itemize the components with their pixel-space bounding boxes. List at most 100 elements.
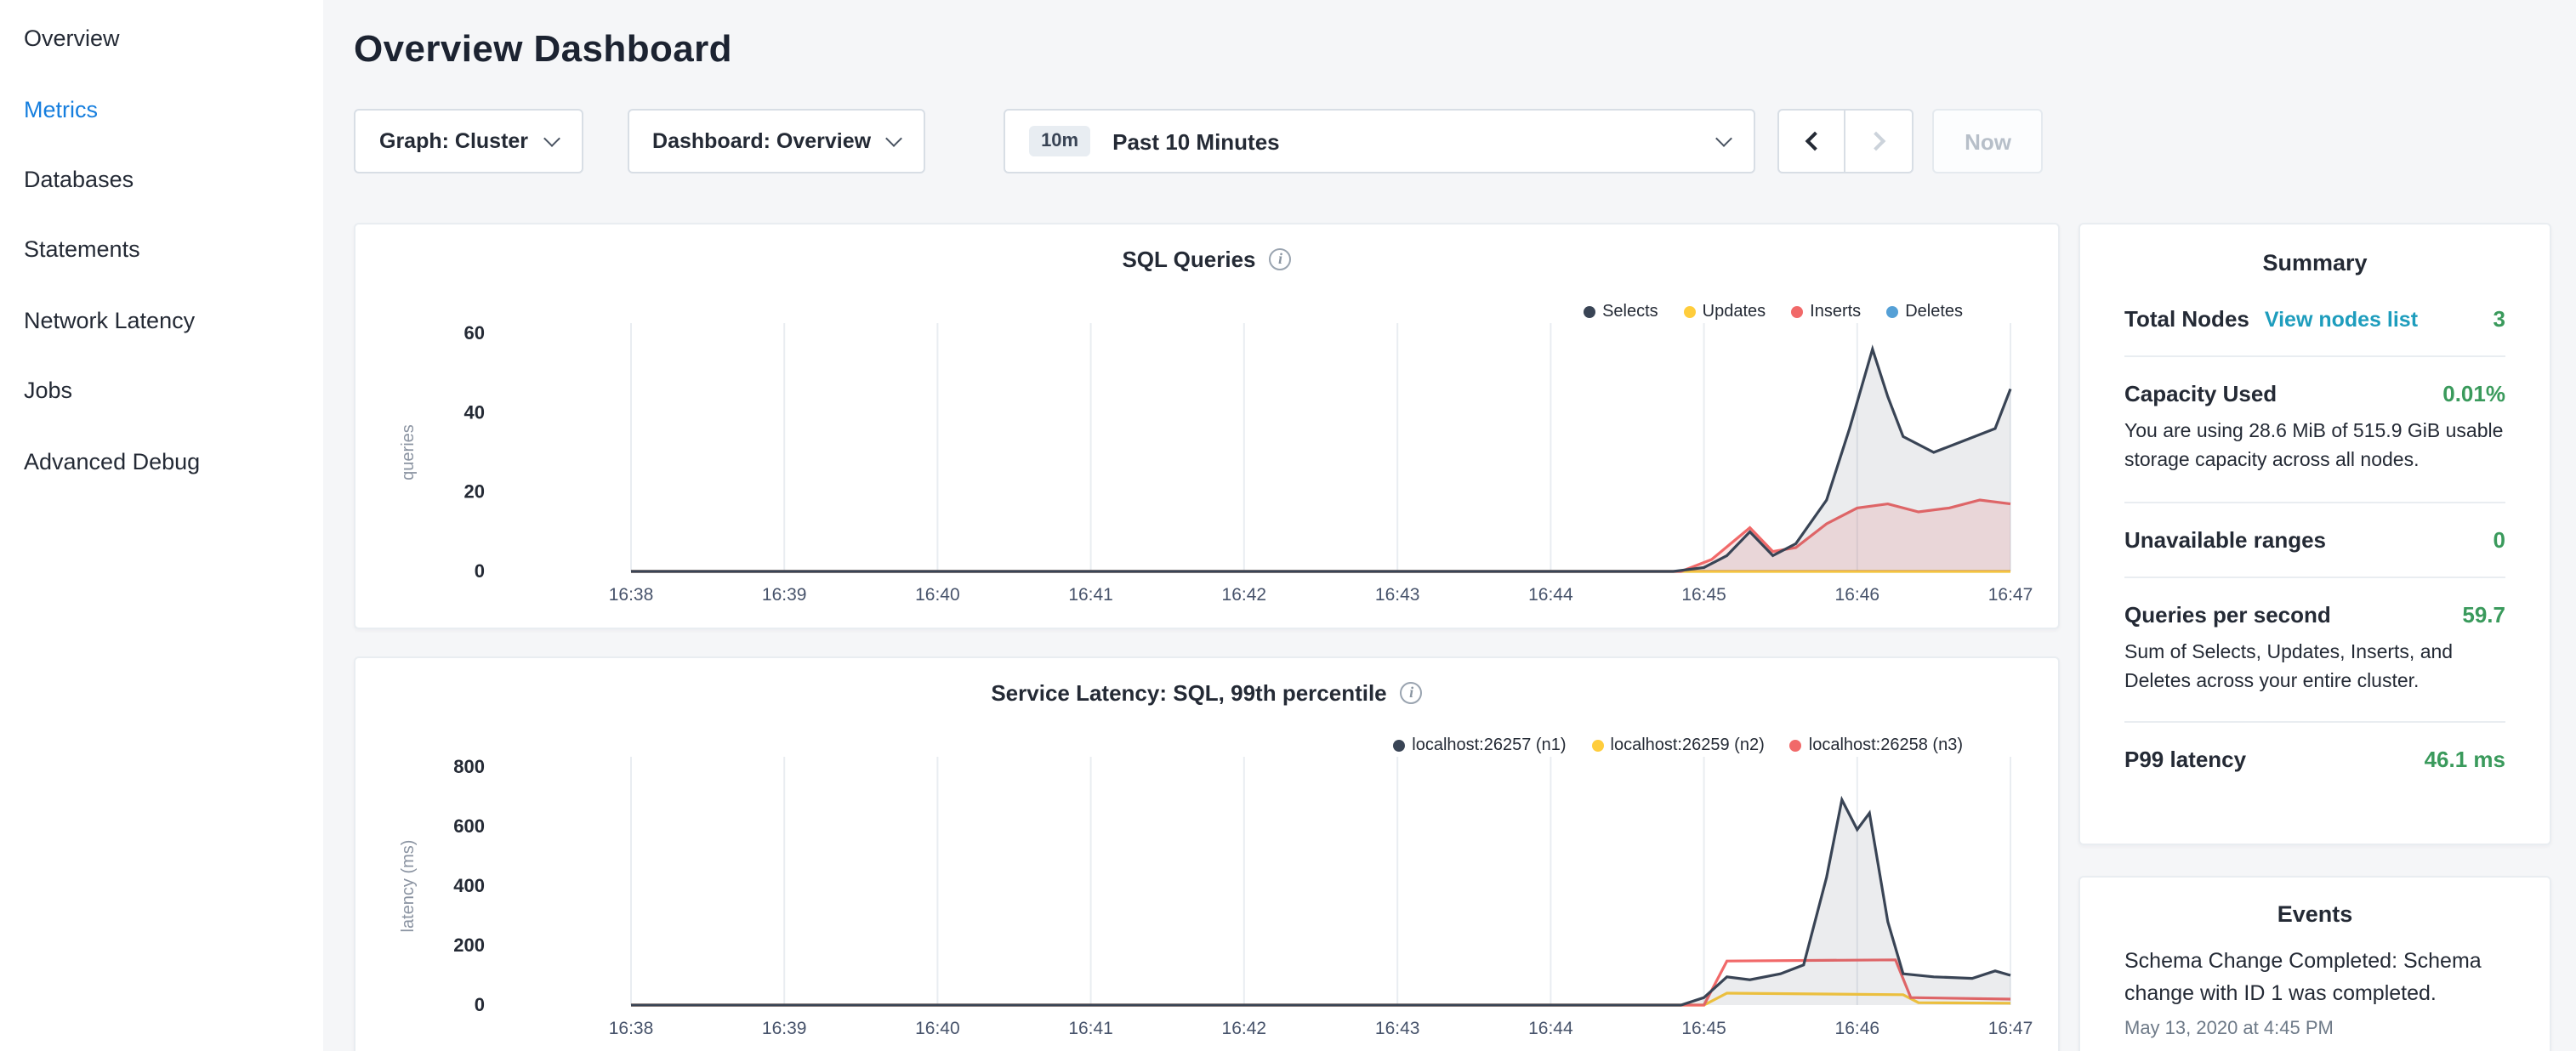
legend-dot-icon bbox=[1592, 740, 1604, 752]
event-item[interactable]: Schema Change Completed: Schema change w… bbox=[2124, 946, 2505, 1038]
queries-per-second-description: Sum of Selects, Updates, Inserts, and De… bbox=[2124, 639, 2505, 697]
chart-title: Service Latency: SQL, 99th percentile bbox=[991, 679, 1386, 705]
charts-column: SQL Queries i Selects Updates Inserts Delet… bbox=[354, 223, 2060, 1051]
summary-row-unavailable-ranges: Unavailable ranges 0 bbox=[2124, 503, 2505, 577]
chevron-right-icon bbox=[1867, 132, 1886, 151]
legend-dot-icon bbox=[1393, 740, 1405, 752]
x-axis-tick: 16:41 bbox=[1068, 1019, 1113, 1038]
legend-dot-icon bbox=[1684, 306, 1696, 318]
legend-item-deletes[interactable]: Deletes bbox=[1886, 303, 1963, 321]
sidebar-item-network-latency[interactable]: Network Latency bbox=[0, 285, 323, 355]
unavailable-ranges-value: 0 bbox=[2494, 526, 2505, 552]
p99-latency-label: P99 latency bbox=[2124, 747, 2246, 772]
sidebar-item-databases[interactable]: Databases bbox=[0, 145, 323, 215]
legend-item-localhost-26257-n1-[interactable]: localhost:26257 (n1) bbox=[1393, 736, 1566, 755]
legend-item-selects[interactable]: Selects bbox=[1584, 303, 1658, 321]
legend-label: localhost:26259 (n2) bbox=[1611, 736, 1765, 755]
chevron-left-icon bbox=[1805, 132, 1824, 151]
x-axis-tick: 16:38 bbox=[609, 585, 654, 605]
y-axis-tick: 40 bbox=[464, 401, 485, 423]
total-nodes-value: 3 bbox=[2494, 306, 2505, 332]
events-panel: Events Schema Change Completed: Schema c… bbox=[2078, 876, 2551, 1051]
chevron-down-icon bbox=[885, 129, 902, 146]
summary-title: Summary bbox=[2124, 250, 2505, 276]
x-axis-tick: 16:46 bbox=[1835, 585, 1880, 605]
time-range-badge: 10m bbox=[1029, 126, 1090, 156]
queries-per-second-label: Queries per second bbox=[2124, 601, 2331, 627]
time-range-label: Past 10 Minutes bbox=[1112, 128, 1280, 154]
x-axis-tick: 16:41 bbox=[1068, 585, 1113, 605]
chart-title: SQL Queries bbox=[1122, 246, 1255, 271]
y-axis-tick: 200 bbox=[453, 935, 485, 956]
y-axis-tick: 800 bbox=[453, 756, 485, 777]
series-area-selects bbox=[631, 349, 2010, 571]
legend-item-localhost-26258-n3-[interactable]: localhost:26258 (n3) bbox=[1790, 736, 1963, 755]
event-text: Schema Change Completed: Schema change w… bbox=[2124, 946, 2505, 1009]
events-title: Events bbox=[2124, 901, 2505, 927]
x-axis-tick: 16:42 bbox=[1222, 585, 1267, 605]
sidebar-item-jobs[interactable]: Jobs bbox=[0, 355, 323, 426]
legend-item-inserts[interactable]: Inserts bbox=[1791, 303, 1861, 321]
legend-label: localhost:26258 (n3) bbox=[1809, 736, 1963, 755]
x-axis-tick: 16:44 bbox=[1528, 585, 1573, 605]
x-axis-tick: 16:47 bbox=[1988, 585, 2033, 605]
time-forward-button[interactable] bbox=[1845, 109, 1914, 173]
x-axis-tick: 16:39 bbox=[762, 1019, 807, 1038]
time-pager bbox=[1777, 109, 1914, 173]
y-axis-tick: 0 bbox=[475, 560, 485, 582]
main-area: Overview Dashboard Graph: Cluster Dashbo… bbox=[323, 0, 2576, 1051]
summary-row-capacity-used: Capacity Used 0.01% You are using 28.6 M… bbox=[2124, 357, 2505, 503]
y-axis-title: latency (ms) bbox=[399, 840, 418, 933]
sql-queries-chart[interactable]: 16:3816:3916:4016:4116:4216:4316:4416:45… bbox=[372, 313, 2044, 611]
legend-label: Updates bbox=[1703, 303, 1766, 321]
legend-dot-icon bbox=[1886, 306, 1898, 318]
x-axis-tick: 16:43 bbox=[1375, 1019, 1420, 1038]
y-axis-tick: 600 bbox=[453, 815, 485, 837]
sidebar-item-overview[interactable]: Overview bbox=[0, 3, 323, 74]
sidebar-item-metrics[interactable]: Metrics bbox=[0, 74, 323, 145]
p99-latency-value: 46.1 ms bbox=[2425, 747, 2505, 772]
series-area-localhost-26257-n1- bbox=[631, 800, 2010, 1005]
x-axis-tick: 16:46 bbox=[1835, 1019, 1880, 1038]
app-root: OverviewMetricsDatabasesStatementsNetwor… bbox=[0, 0, 2576, 1051]
x-axis-tick: 16:43 bbox=[1375, 585, 1420, 605]
summary-panel: Summary Total Nodes View nodes list 3 C bbox=[2078, 223, 2551, 845]
service-latency-chart[interactable]: 16:3816:3916:4016:4116:4216:4316:4416:45… bbox=[372, 747, 2044, 1044]
x-axis-tick: 16:42 bbox=[1222, 1019, 1267, 1038]
time-range-dropdown[interactable]: 10m Past 10 Minutes bbox=[1004, 109, 1755, 173]
legend-label: Inserts bbox=[1810, 303, 1861, 321]
time-back-button[interactable] bbox=[1777, 109, 1845, 173]
toolbar: Graph: Cluster Dashboard: Overview 10m P… bbox=[354, 109, 2576, 173]
legend-item-localhost-26259-n2-[interactable]: localhost:26259 (n2) bbox=[1592, 736, 1765, 755]
summary-rows: Total Nodes View nodes list 3 Capacity U… bbox=[2124, 282, 2505, 796]
x-axis-tick: 16:45 bbox=[1681, 1019, 1726, 1038]
view-nodes-list-link[interactable]: View nodes list bbox=[2265, 308, 2418, 332]
legend-dot-icon bbox=[1791, 306, 1803, 318]
x-axis-tick: 16:40 bbox=[915, 585, 960, 605]
info-icon[interactable]: i bbox=[1270, 247, 1292, 270]
summary-row-queries-per-second: Queries per second 59.7 Sum of Selects, … bbox=[2124, 577, 2505, 723]
x-axis-tick: 16:40 bbox=[915, 1019, 960, 1038]
y-axis-tick: 60 bbox=[464, 322, 485, 344]
legend-dot-icon bbox=[1584, 306, 1595, 318]
legend-item-updates[interactable]: Updates bbox=[1684, 303, 1766, 321]
y-axis-tick: 400 bbox=[453, 875, 485, 896]
now-button[interactable]: Now bbox=[1932, 109, 2044, 173]
chart-legend: localhost:26257 (n1) localhost:26259 (n2)… bbox=[1393, 736, 1963, 755]
y-axis-tick: 0 bbox=[475, 994, 485, 1015]
summary-row-total-nodes: Total Nodes View nodes list 3 bbox=[2124, 282, 2505, 357]
chevron-down-icon bbox=[543, 129, 560, 146]
sidebar-item-statements[interactable]: Statements bbox=[0, 214, 323, 285]
capacity-used-value: 0.01% bbox=[2442, 381, 2505, 406]
dashboard-content: SQL Queries i Selects Updates Inserts Delet… bbox=[354, 223, 2576, 1051]
graph-dropdown[interactable]: Graph: Cluster bbox=[354, 109, 583, 173]
legend-label: Deletes bbox=[1905, 303, 1963, 321]
info-icon[interactable]: i bbox=[1401, 681, 1423, 703]
dashboard-dropdown[interactable]: Dashboard: Overview bbox=[627, 109, 925, 173]
dashboard-dropdown-label: Dashboard: Overview bbox=[652, 129, 871, 153]
legend-label: localhost:26257 (n1) bbox=[1412, 736, 1566, 755]
x-axis-tick: 16:45 bbox=[1681, 585, 1726, 605]
graph-dropdown-label: Graph: Cluster bbox=[379, 129, 528, 153]
sidebar-item-advanced-debug[interactable]: Advanced Debug bbox=[0, 426, 323, 497]
chevron-down-icon bbox=[1715, 129, 1732, 146]
